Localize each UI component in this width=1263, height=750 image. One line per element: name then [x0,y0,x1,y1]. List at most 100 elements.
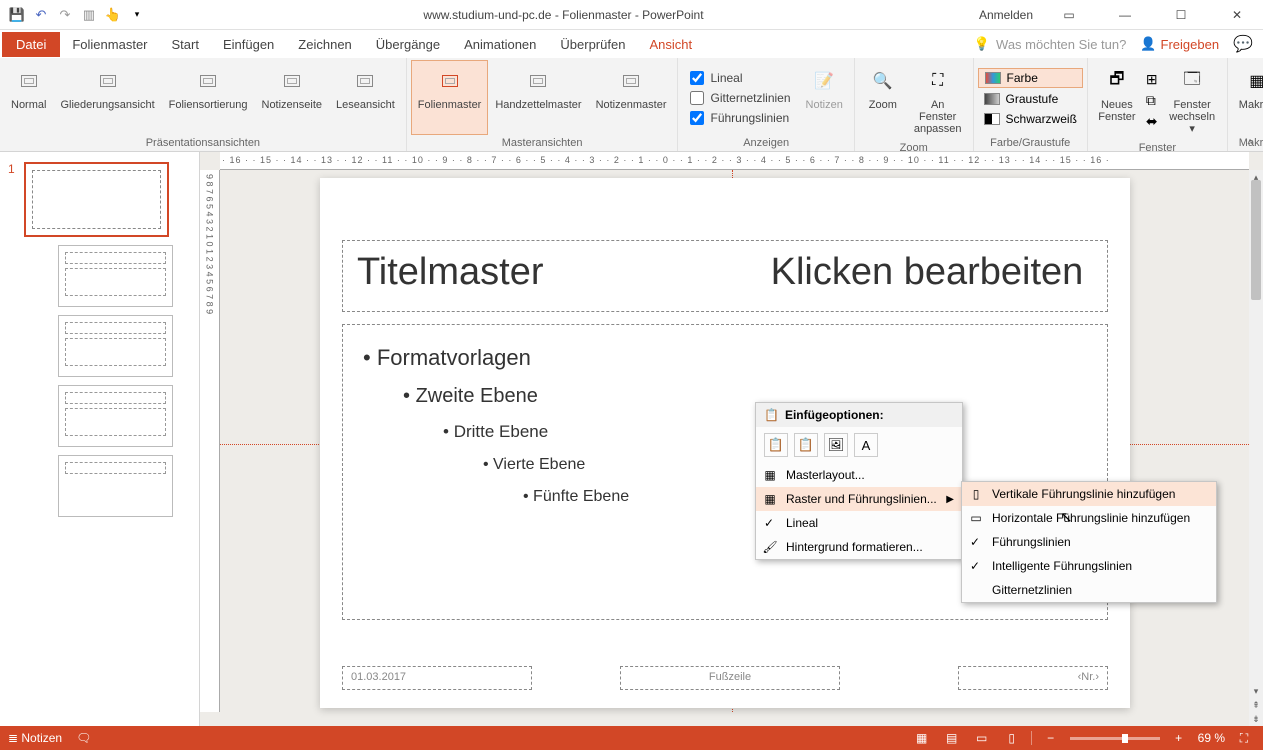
zoom-in-button[interactable]: + [1168,729,1190,747]
arrange-all-button[interactable]: ⊞ [1146,71,1158,88]
file-tab[interactable]: Datei [2,32,60,57]
macros-button[interactable]: ▦Makros [1232,60,1263,135]
save-button[interactable]: 💾 [6,4,28,26]
paste-use-destination-theme[interactable]: 📋 [764,433,788,457]
tab-start[interactable]: Start [160,32,211,57]
clipboard-icon: 📋 [764,408,779,422]
paste-text-only[interactable]: A [854,433,878,457]
prev-slide-arrow[interactable]: ⇞ [1249,698,1263,712]
smart-guides-toggle-item[interactable]: ✓Intelligente Führungslinien [962,554,1216,578]
collapse-ribbon-button[interactable]: ˄ [1241,135,1259,149]
ruler-checkbox[interactable]: Lineal [690,71,790,85]
notes-master-button[interactable]: Notizenmaster [589,60,674,135]
slide-master-button[interactable]: Folienmaster [411,60,489,135]
sign-in-link[interactable]: Anmelden [979,8,1033,22]
grid-and-guides-item[interactable]: ▦Raster und Führungslinien...▶ [756,487,962,511]
cascade-button[interactable]: ⧉ [1146,92,1158,109]
ribbon: Normal Gliederungsansicht Foliensortieru… [0,58,1263,152]
reading-view-button[interactable]: Leseansicht [329,60,402,135]
add-vertical-guide-item[interactable]: ▯Vertikale Führungslinie hinzufügen [962,482,1216,506]
touch-mode-button[interactable]: 👆 [102,4,124,26]
date-placeholder[interactable]: 01.03.2017 [342,666,532,690]
horizontal-ruler: · 16 · · 15 · · 14 · · 13 · · 12 · · 11 … [220,152,1249,170]
tab-einfuegen[interactable]: Einfügen [211,32,286,57]
new-window-button[interactable]: 🗗Neues Fenster [1092,60,1142,140]
grid-guides-submenu: ▯Vertikale Führungslinie hinzufügen ▭Hor… [961,481,1217,603]
paste-picture[interactable]: 🖼 [824,433,848,457]
slide-canvas[interactable]: · 16 · · 15 · · 14 · · 13 · · 12 · · 11 … [200,152,1263,726]
share-label: Freigeben [1161,37,1220,52]
move-split-button[interactable]: ⬌ [1146,113,1158,130]
gridlines-checkbox[interactable]: Gitternetzlinien [690,91,790,105]
slideshow-status[interactable]: ▯ [1001,729,1023,747]
slide-sorter-status[interactable]: ▤ [941,729,963,747]
layout-thumbnail[interactable] [58,455,173,517]
notes-toggle[interactable]: ≣ Notizen [8,731,62,745]
guides-checkbox[interactable]: Führungslinien [690,111,790,125]
layout-thumbnail[interactable] [58,245,173,307]
comments-status-button[interactable]: 🗨 [76,731,91,745]
tell-me-search[interactable]: 💡 Was möchten Sie tun? [974,36,1127,52]
format-background-item[interactable]: 🖌Hintergrund formatieren... [756,535,962,559]
slide[interactable]: Titelmaster Klicken bearbeiten • Formatv… [320,178,1130,708]
minimize-button[interactable]: — [1105,3,1145,27]
bulb-icon: 💡 [974,36,990,52]
share-button[interactable]: 👤 Freigeben [1140,36,1219,52]
scroll-thumb[interactable] [1251,180,1261,300]
notes-page-button[interactable]: Notizenseite [255,60,330,135]
zoom-out-button[interactable]: − [1040,729,1062,747]
fit-to-window-status[interactable]: ⛶ [1233,729,1255,747]
next-slide-arrow[interactable]: ⇟ [1249,712,1263,726]
tab-uebergaenge[interactable]: Übergänge [364,32,452,57]
share-icon: 👤 [1140,36,1156,52]
outline-view-button[interactable]: Gliederungsansicht [53,60,161,135]
tab-zeichnen[interactable]: Zeichnen [286,32,363,57]
body-lvl1: Formatvorlagen [377,345,531,370]
normal-view-button[interactable]: Normal [4,60,53,135]
grayscale-mode-button[interactable]: Graustufe [978,90,1083,108]
title-placeholder[interactable]: Titelmaster Klicken bearbeiten [342,240,1108,312]
tab-animationen[interactable]: Animationen [452,32,548,57]
fit-to-window-button[interactable]: ⛶An Fenster anpassen [907,60,969,140]
workspace: 1 · 16 · · 15 · · 14 · · 13 · · 12 · · 1… [0,152,1263,726]
paste-options-row: 📋 📋 🖼 A [756,427,962,463]
zoom-level[interactable]: 69 % [1198,731,1225,745]
gridlines-toggle-item[interactable]: Gitternetzlinien [962,578,1216,602]
close-button[interactable]: ✕ [1217,3,1257,27]
bw-mode-button[interactable]: Schwarzweiß [978,110,1083,128]
redo-button[interactable]: ↷ [54,4,76,26]
layout-thumbnail[interactable] [58,385,173,447]
maximize-button[interactable]: ☐ [1161,3,1201,27]
master-layout-item[interactable]: ▦Masterlayout... [756,463,962,487]
guides-toggle-item[interactable]: ✓Führungslinien [962,530,1216,554]
master-thumbnail[interactable]: 1 [8,162,191,237]
undo-button[interactable]: ↶ [30,4,52,26]
ruler-item[interactable]: ✓Lineal [756,511,962,535]
vertical-scrollbar[interactable]: ▴ ▾ ⇞ ⇟ [1249,170,1263,726]
switch-windows-button[interactable]: 🗔Fenster wechseln ▾ [1162,60,1223,140]
color-mode-button[interactable]: Farbe [978,68,1083,88]
footer-placeholder[interactable]: Fußzeile [620,666,840,690]
notes-button[interactable]: 📝Notizen [799,60,850,135]
scroll-down-arrow[interactable]: ▾ [1249,684,1263,698]
normal-view-status[interactable]: ▦ [911,729,933,747]
layout-thumbnail[interactable] [58,315,173,377]
paste-keep-source-formatting[interactable]: 📋 [794,433,818,457]
title-text-left: Titelmaster [357,251,544,293]
comments-button[interactable]: 💬 [1233,34,1253,54]
reading-view-status[interactable]: ▭ [971,729,993,747]
zoom-button[interactable]: 🔍Zoom [859,60,907,140]
add-horizontal-guide-item[interactable]: ▭Horizontale Führungslinie hinzufügen [962,506,1216,530]
paste-options-header: 📋Einfügeoptionen: [756,403,962,427]
qat-dropdown[interactable]: ▾ [126,4,148,26]
start-from-beginning-button[interactable]: ▥ [78,4,100,26]
thumbnail-pane[interactable]: 1 [0,152,200,726]
tab-ueberpruefen[interactable]: Überprüfen [548,32,637,57]
slide-number-placeholder[interactable]: ‹Nr.› [958,666,1108,690]
tab-ansicht[interactable]: Ansicht [637,32,704,57]
ribbon-display-options[interactable]: ▭ [1049,3,1089,27]
slide-sorter-button[interactable]: Foliensortierung [162,60,255,135]
handout-master-button[interactable]: Handzettelmaster [488,60,588,135]
tab-folienmaster[interactable]: Folienmaster [60,32,159,57]
zoom-slider[interactable] [1070,737,1160,740]
